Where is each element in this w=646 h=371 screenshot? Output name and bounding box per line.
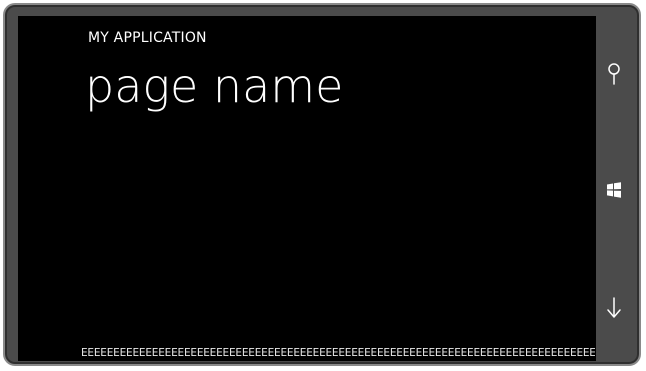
search-button[interactable] [599, 59, 629, 89]
back-arrow-icon [606, 296, 622, 320]
back-button[interactable] [599, 293, 629, 323]
application-title: MY APPLICATION [88, 30, 207, 46]
phone-screen: MY APPLICATION page name EEEEEEEEEEEEEEE… [18, 16, 596, 361]
bottom-text-row: EEEEEEEEEEEEEEEEEEEEEEEEEEEEEEEEEEEEEEEE… [81, 347, 595, 359]
phone-device-frame: MY APPLICATION page name EEEEEEEEEEEEEEE… [3, 3, 641, 366]
windows-start-icon [606, 182, 622, 198]
search-icon [606, 62, 622, 86]
start-button[interactable] [599, 175, 629, 205]
page-title: page name [85, 59, 344, 113]
